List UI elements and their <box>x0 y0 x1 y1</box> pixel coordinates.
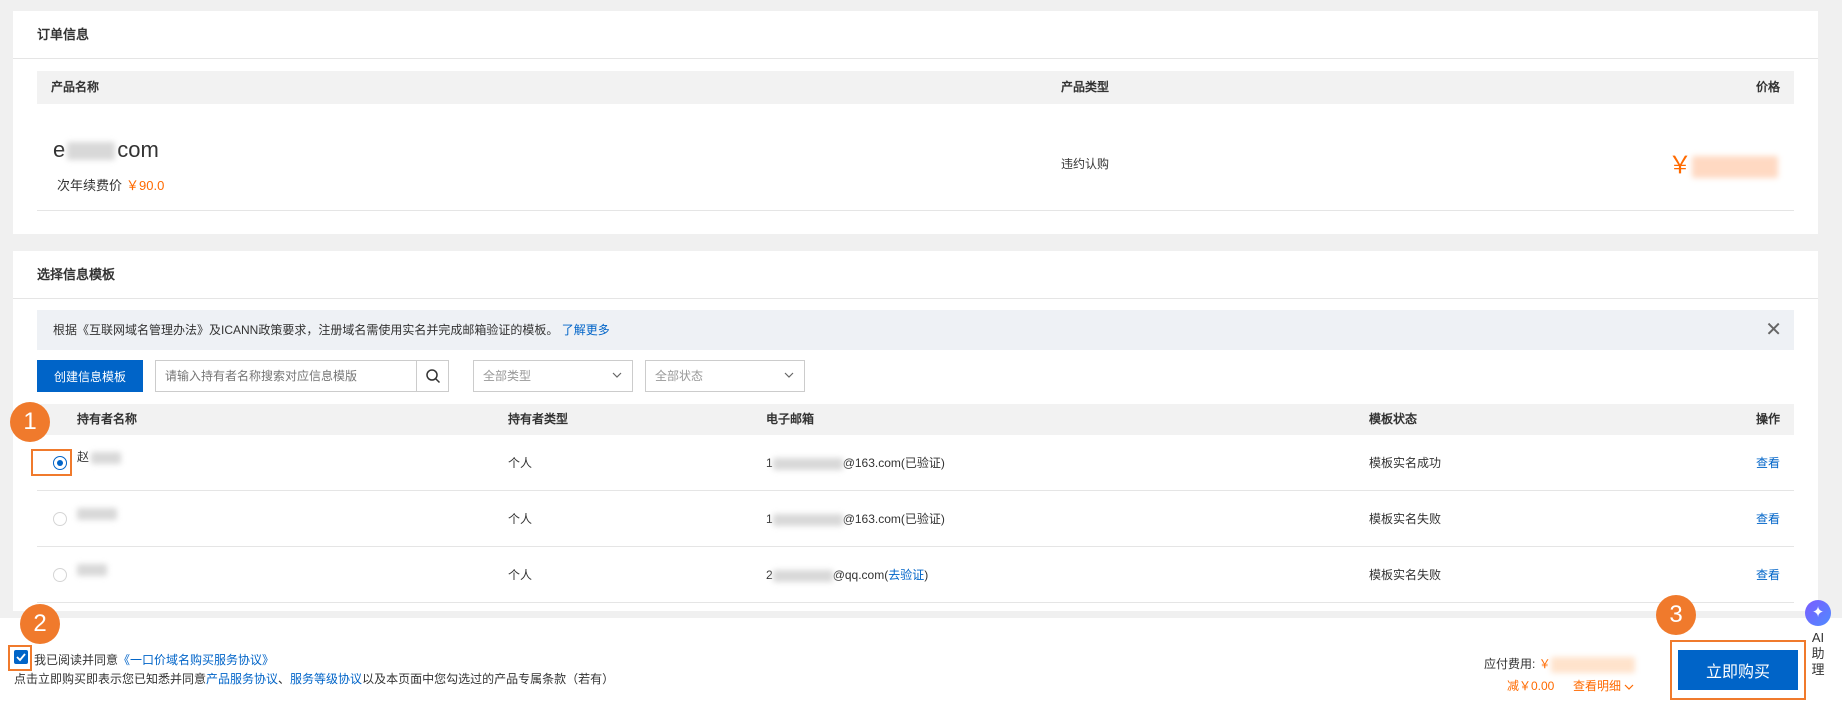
header-holder-name: 持有者名称 <box>77 412 138 426</box>
payable-fee: 应付费用: ￥ <box>1484 655 1635 673</box>
view-link[interactable]: 查看 <box>1756 547 1780 603</box>
verify-link[interactable]: 去验证 <box>888 568 924 582</box>
holder-type: 个人 <box>508 456 533 470</box>
policy-notice: 根据《互联网域名管理办法》及ICANN政策要求，注册域名需使用实名并完成邮箱验证… <box>37 310 1794 350</box>
highlight-box-2 <box>8 645 32 671</box>
search-icon[interactable] <box>416 361 448 391</box>
product-type-value: 违约认购 <box>1061 157 1110 171</box>
template-card: 选择信息模板 根据《互联网域名管理办法》及ICANN政策要求，注册域名需使用实名… <box>13 251 1818 611</box>
template-toolbar: 创建信息模板 全部类型 全部状态 <box>37 360 937 392</box>
view-detail-link[interactable]: 查看明细 <box>1573 677 1634 694</box>
order-price: ￥ <box>1668 145 1778 180</box>
order-info-title: 订单信息 <box>13 11 1818 59</box>
row-radio[interactable] <box>53 568 67 582</box>
purchase-notice: 点击立即购买即表示您已知悉并同意产品服务协议、服务等级协议以及本页面中您勾选过的… <box>14 672 615 686</box>
ai-assistant-button[interactable]: AI 助 理 <box>1800 600 1836 678</box>
view-link[interactable]: 查看 <box>1756 435 1780 491</box>
order-info-card: 订单信息 产品名称 产品类型 价格 e com 次年续费价 ￥90.0 违约认购 ￥ <box>13 11 1818 234</box>
header-holder-type: 持有者类型 <box>508 412 569 426</box>
template-table-header: 持有者名称 持有者类型 电子邮箱 模板状态 操作 <box>37 404 1794 435</box>
order-table-header: 产品名称 产品类型 价格 <box>37 71 1794 104</box>
close-icon[interactable]: ✕ <box>1765 310 1782 350</box>
product-service-link[interactable]: 产品服务协议 <box>206 672 278 686</box>
step-badge-1: 1 <box>10 402 50 442</box>
table-row[interactable]: 个人 1 @163.com(已验证) 模板实名失败 查看 <box>37 491 1794 547</box>
template-status: 模板实名失败 <box>1369 512 1442 526</box>
highlight-box-3 <box>1670 640 1806 700</box>
holder-type: 个人 <box>508 512 533 526</box>
email: 1 @163.com(已验证) <box>766 456 945 470</box>
row-radio[interactable] <box>53 512 67 526</box>
email: 2 @qq.com(去验证) <box>766 568 929 582</box>
header-price: 价格 <box>1755 80 1780 94</box>
renew-price: 次年续费价 ￥90.0 <box>57 178 165 193</box>
template-title: 选择信息模板 <box>13 251 1818 299</box>
domain-name: e com <box>53 137 159 162</box>
search-input[interactable] <box>156 361 416 391</box>
learn-more-link[interactable]: 了解更多 <box>562 323 610 337</box>
view-link[interactable]: 查看 <box>1756 491 1780 547</box>
chevron-down-icon <box>1624 684 1634 690</box>
template-status: 模板实名成功 <box>1369 456 1442 470</box>
header-product-name: 产品名称 <box>51 80 100 94</box>
sparkle-icon <box>1805 600 1831 626</box>
holder-name: 赵 <box>77 435 122 479</box>
holder-name <box>77 491 117 535</box>
header-template-status: 模板状态 <box>1369 412 1418 426</box>
header-email: 电子邮箱 <box>766 412 815 426</box>
chevron-down-icon <box>612 372 622 378</box>
email: 1 @163.com(已验证) <box>766 512 945 526</box>
type-select[interactable]: 全部类型 <box>473 360 633 392</box>
status-select[interactable]: 全部状态 <box>645 360 805 392</box>
search-box <box>155 360 449 392</box>
header-action: 操作 <box>1755 412 1780 426</box>
sla-link[interactable]: 服务等级协议 <box>290 672 362 686</box>
order-row: e com 次年续费价 ￥90.0 违约认购 ￥ <box>37 117 1794 211</box>
chevron-down-icon <box>784 372 794 378</box>
table-row[interactable]: 个人 2 @qq.com(去验证) 模板实名失败 查看 <box>37 547 1794 603</box>
holder-type: 个人 <box>508 568 533 582</box>
template-status: 模板实名失败 <box>1369 568 1442 582</box>
table-row[interactable]: 赵 个人 1 @163.com(已验证) 模板实名成功 查看 <box>37 435 1794 491</box>
step-badge-2: 2 <box>20 604 60 644</box>
header-product-type: 产品类型 <box>1061 80 1110 94</box>
holder-name <box>77 547 107 591</box>
agreement-link[interactable]: 《一口价域名购买服务协议》 <box>118 653 274 667</box>
discount-amount: 减￥0.00 <box>1507 679 1555 693</box>
agree-text: 我已阅读并同意《一口价域名购买服务协议》 <box>34 653 275 667</box>
step-badge-3: 3 <box>1656 595 1696 635</box>
create-template-button[interactable]: 创建信息模板 <box>37 360 143 392</box>
highlight-box-1 <box>31 449 72 476</box>
